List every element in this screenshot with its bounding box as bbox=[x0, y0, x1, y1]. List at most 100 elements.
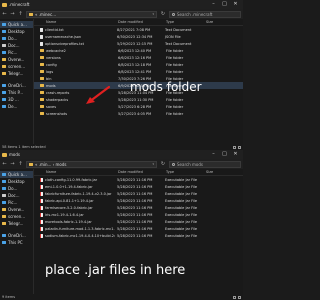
back-arrow-icon[interactable]: ← bbox=[2, 161, 7, 167]
sidebar-item[interactable]: This P... bbox=[0, 89, 33, 96]
chevron-down-icon[interactable]: ▾ bbox=[152, 12, 154, 16]
file-row[interactable]: sodium-fabric-mc1.19.4-0.4.10+build.24..… bbox=[34, 232, 243, 239]
file-row[interactable]: clientid.txt 8/27/2021 7:08 PM Text Docume… bbox=[34, 26, 243, 33]
file-name: bin bbox=[46, 76, 52, 81]
file-date: 8/27/2021 7:08 PM bbox=[117, 27, 151, 32]
column-date[interactable]: Date modified bbox=[116, 170, 164, 174]
file-row[interactable]: cloth-config-11.0.99-fabric.jar 5/28/2023… bbox=[34, 176, 243, 183]
file-date: 5/28/2023 11:16 PM bbox=[117, 205, 153, 210]
tiles-view-icon[interactable] bbox=[238, 295, 241, 299]
file-row[interactable]: iris-mc1.19.4-1.6.4.jar 5/28/2023 11:16 P… bbox=[34, 211, 243, 218]
details-view-icon[interactable] bbox=[233, 295, 236, 299]
window-controls: – □ ✕ bbox=[211, 2, 238, 7]
picture-icon bbox=[2, 201, 6, 204]
close-icon[interactable]: ✕ bbox=[233, 152, 238, 157]
minimize-icon[interactable]: – bbox=[211, 152, 216, 157]
sidebar-item[interactable]: Do... bbox=[0, 185, 33, 192]
sidebar-item[interactable]: screen... bbox=[0, 63, 33, 70]
sidebar-item[interactable]: Quick a... bbox=[0, 21, 33, 28]
sidebar-item[interactable]: Pic... bbox=[0, 199, 33, 206]
column-date[interactable]: Date modified bbox=[116, 20, 164, 24]
sidebar-item[interactable]: Doc... bbox=[0, 192, 33, 199]
search-icon bbox=[172, 12, 175, 16]
file-name: fabricfurniture-fabric-1.19.4-v2.3.0.jar bbox=[45, 191, 112, 196]
sidebar-item[interactable]: Overw... bbox=[0, 56, 33, 63]
column-size[interactable]: Size bbox=[204, 170, 224, 174]
file-type: Executable Jar File bbox=[165, 177, 198, 182]
file-row[interactable]: emi-1.0.0+1.19.4-fabric.jar 5/28/2023 11:… bbox=[34, 183, 243, 190]
file-type: Executable Jar File bbox=[165, 212, 198, 217]
close-icon[interactable]: ✕ bbox=[233, 2, 238, 7]
refresh-icon[interactable]: ↻ bbox=[160, 11, 166, 17]
sidebar-item[interactable]: Telegr... bbox=[0, 70, 33, 77]
forward-arrow-icon[interactable]: → bbox=[10, 161, 15, 167]
file-date: 5/27/2023 4:05 PM bbox=[118, 111, 152, 116]
sidebar-item[interactable]: This PC bbox=[0, 239, 33, 246]
maximize-icon[interactable]: □ bbox=[222, 2, 227, 7]
red-arrow-annotation bbox=[86, 85, 111, 104]
file-row[interactable]: screenshots 5/27/2023 4:05 PM File folder bbox=[34, 110, 243, 117]
file-row[interactable]: config 6/8/2023 12:18 PM File folder bbox=[34, 61, 243, 68]
sidebar-item[interactable]: De... bbox=[0, 103, 33, 110]
tiles-view-icon[interactable] bbox=[238, 145, 241, 149]
pc-icon bbox=[2, 91, 6, 94]
search-input[interactable]: Search .minecraft bbox=[169, 10, 241, 18]
sidebar-item[interactable]: Overw... bbox=[0, 206, 33, 213]
jar-file-icon bbox=[40, 191, 43, 196]
file-row[interactable]: shaderpacks 5/28/2023 11:30 PM File folder bbox=[34, 96, 243, 103]
chevron-down-icon[interactable]: ▾ bbox=[152, 162, 154, 166]
file-row[interactable]: fabricfurniture-fabric-1.19.4-v2.3.0.jar… bbox=[34, 190, 243, 197]
address-bar: ← → ↑ « .min... › mods ▾ ↻ Search mods bbox=[0, 159, 243, 169]
column-name[interactable]: Name bbox=[34, 170, 116, 174]
file-row[interactable]: paladin-furniture-mod-1.1.3-fabric-mc1..… bbox=[34, 225, 243, 232]
sidebar-item[interactable]: Desktop bbox=[0, 178, 33, 185]
sidebar-item[interactable]: screen... bbox=[0, 213, 33, 220]
file-type: Executable Jar File bbox=[165, 191, 198, 196]
jar-file-icon bbox=[40, 226, 43, 231]
back-arrow-icon[interactable]: ← bbox=[2, 11, 7, 17]
details-view-icon[interactable] bbox=[233, 145, 236, 149]
sidebar-item[interactable]: Desktop bbox=[0, 28, 33, 35]
column-type[interactable]: Type bbox=[164, 20, 204, 24]
column-type[interactable]: Type bbox=[164, 170, 204, 174]
path-field[interactable]: « .min... › mods ▾ bbox=[26, 160, 157, 168]
sidebar-item-label: OneDri... bbox=[8, 83, 26, 88]
jar-file-icon bbox=[40, 198, 43, 203]
status-bar: 9 items bbox=[0, 294, 243, 300]
refresh-icon[interactable]: ↻ bbox=[160, 161, 166, 167]
file-row[interactable]: fabric-api-0.81.1+1.19.4.jar 5/28/2023 11… bbox=[34, 197, 243, 204]
file-row[interactable]: optionsviveprofiles.txt 5/29/2023 12:15 P… bbox=[34, 40, 243, 47]
sidebar-item[interactable]: Pic... bbox=[0, 49, 33, 56]
file-row[interactable]: versions 6/6/2023 12:16 PM File folder bbox=[34, 54, 243, 61]
file-row[interactable]: webcache2 6/6/2023 12:40 PM File folder bbox=[34, 47, 243, 54]
sidebar-item-label: Pic... bbox=[8, 200, 18, 205]
sidebar-item[interactable]: Quick a... bbox=[0, 171, 33, 178]
file-row[interactable]: logs 6/8/2023 12:41 PM File folder bbox=[34, 68, 243, 75]
file-date: 5/29/2023 12:15 PM bbox=[117, 41, 153, 46]
file-date: 6/8/2023 12:18 PM bbox=[118, 62, 152, 67]
file-type: File folder bbox=[166, 48, 184, 53]
search-input[interactable]: Search mods bbox=[169, 160, 241, 168]
minimize-icon[interactable]: – bbox=[211, 2, 216, 7]
up-arrow-icon[interactable]: ↑ bbox=[18, 11, 23, 17]
sidebar-item[interactable]: Telegr... bbox=[0, 220, 33, 227]
sidebar-item[interactable]: OneDri... bbox=[0, 82, 33, 89]
file-row[interactable]: usernamecache.json 6/30/2023 12:34 PM JSON… bbox=[34, 33, 243, 40]
file-row[interactable]: moretools-fabric-1.19.4.jar 5/28/2023 11:… bbox=[34, 218, 243, 225]
sidebar-item[interactable]: 3D ... bbox=[0, 96, 33, 103]
sidebar-item[interactable]: Doc... bbox=[0, 42, 33, 49]
forward-arrow-icon[interactable]: → bbox=[10, 11, 15, 17]
sidebar-item[interactable]: Do... bbox=[0, 35, 33, 42]
column-headers: Name Date modified Type Size bbox=[34, 19, 243, 26]
column-name[interactable]: Name bbox=[34, 20, 116, 24]
column-size[interactable]: Size bbox=[204, 20, 224, 24]
maximize-icon[interactable]: □ bbox=[222, 152, 227, 157]
navigation-pane: Quick a... Desktop Do... Doc... Pic... Overw.… bbox=[0, 169, 34, 294]
file-type: File folder bbox=[166, 97, 184, 102]
up-arrow-icon[interactable]: ↑ bbox=[18, 161, 23, 167]
path-field[interactable]: « .minec... ▾ bbox=[26, 10, 157, 18]
folder-icon bbox=[40, 49, 44, 52]
file-row[interactable]: farmlsecore-5.2.0-fabric.jar 5/28/2023 11… bbox=[34, 204, 243, 211]
file-row[interactable]: saves 5/27/2023 6:28 PM File folder bbox=[34, 103, 243, 110]
sidebar-item[interactable]: OneDri... bbox=[0, 232, 33, 239]
